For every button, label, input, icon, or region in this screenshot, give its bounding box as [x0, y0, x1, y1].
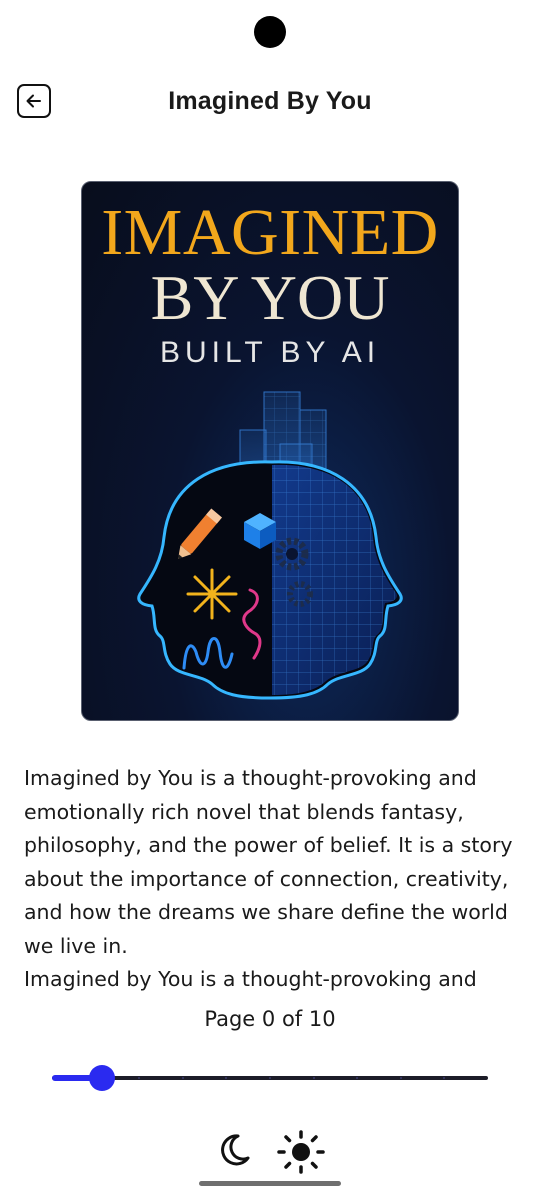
cover-title-line1: IMAGINED	[101, 196, 439, 269]
description-paragraph: Imagined by You is a thought-provoking a…	[24, 766, 513, 958]
sun-icon	[277, 1130, 325, 1174]
slider-thumb[interactable]	[89, 1065, 115, 1091]
slider-tick	[269, 1077, 271, 1079]
page-indicator: Page 0 of 10	[204, 1007, 336, 1031]
book-cover: IMAGINED BY YOU BUILT BY AI	[81, 181, 459, 721]
slider-tick	[138, 1077, 140, 1079]
book-description: Imagined by You is a thought-provoking a…	[24, 762, 524, 998]
slider-tick	[182, 1077, 184, 1079]
cover-title-line2: BY YOU	[150, 262, 390, 333]
theme-toggle-bar	[0, 1130, 540, 1174]
top-app-bar: Imagined By You	[0, 80, 540, 126]
moon-icon	[221, 1134, 250, 1166]
cover-subtitle: BUILT BY AI	[159, 336, 381, 369]
slider-tick	[225, 1077, 227, 1079]
front-camera	[254, 16, 286, 48]
description-paragraph: Imagined by You is a thought-provoking a…	[24, 967, 477, 991]
slider-tick	[356, 1077, 358, 1079]
page-slider[interactable]	[52, 1064, 488, 1092]
page-title: Imagined By You	[168, 87, 372, 115]
slider-tick	[400, 1077, 402, 1079]
home-indicator	[199, 1181, 341, 1186]
cover-illustration	[137, 391, 403, 700]
slider-tick	[313, 1077, 315, 1079]
dark-mode-button[interactable]	[214, 1130, 254, 1170]
light-mode-button[interactable]	[276, 1130, 326, 1174]
slider-tick	[443, 1077, 445, 1079]
